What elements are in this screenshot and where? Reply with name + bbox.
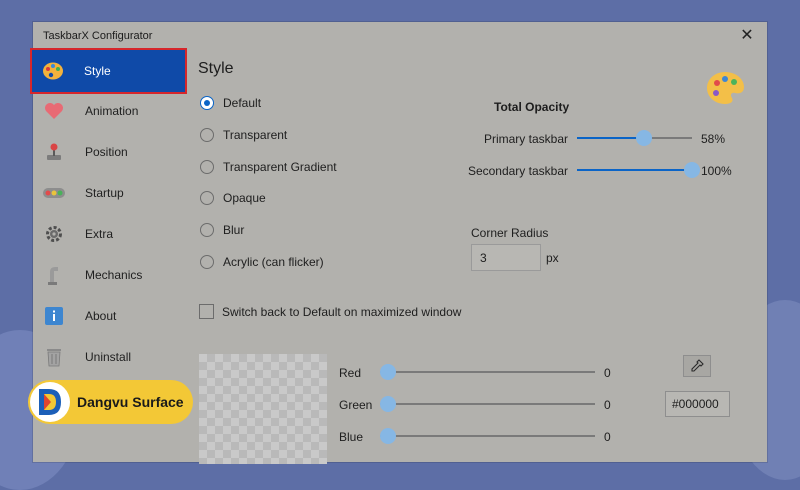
style-option-default[interactable]: Default bbox=[200, 96, 261, 110]
blue-label: Blue bbox=[339, 430, 364, 444]
green-slider[interactable] bbox=[380, 396, 595, 412]
radio-button[interactable] bbox=[200, 255, 214, 269]
startup-lights-icon bbox=[43, 182, 65, 204]
palette-icon bbox=[707, 72, 744, 104]
palette-icon bbox=[42, 60, 64, 82]
style-option-opaque[interactable]: Opaque bbox=[200, 191, 266, 205]
radio-button[interactable] bbox=[200, 128, 214, 142]
corner-radius-label: Corner Radius bbox=[471, 226, 549, 240]
radio-button[interactable] bbox=[200, 160, 214, 174]
gear-icon bbox=[43, 223, 65, 245]
heart-icon bbox=[43, 100, 65, 122]
sidebar-item-uninstall[interactable]: Uninstall bbox=[33, 338, 186, 376]
switch-back-default-option[interactable]: Switch back to Default on maximized wind… bbox=[199, 304, 461, 319]
hex-color-input[interactable] bbox=[665, 391, 730, 417]
eyedropper-button[interactable] bbox=[683, 355, 711, 377]
primary-taskbar-label: Primary taskbar bbox=[483, 132, 568, 146]
sidebar-item-label: Startup bbox=[85, 186, 124, 200]
sidebar-item-animation[interactable]: Animation bbox=[33, 92, 186, 130]
sidebar-item-label: About bbox=[85, 309, 117, 323]
style-option-blur[interactable]: Blur bbox=[200, 223, 244, 237]
slider-thumb[interactable] bbox=[684, 162, 700, 178]
slider-fill bbox=[577, 137, 644, 139]
radio-label: Default bbox=[223, 96, 262, 110]
sidebar-item-label: Extra bbox=[85, 227, 114, 241]
sidebar-item-label: Position bbox=[85, 145, 128, 159]
secondary-taskbar-value: 100% bbox=[701, 164, 732, 178]
primary-taskbar-slider[interactable] bbox=[577, 130, 692, 146]
slider-thumb[interactable] bbox=[380, 428, 396, 444]
radio-label: Transparent Gradient bbox=[223, 160, 337, 174]
color-preview bbox=[199, 354, 327, 464]
switch-back-checkbox[interactable] bbox=[199, 304, 214, 319]
slider-track bbox=[380, 435, 595, 437]
watermark-logo bbox=[30, 382, 70, 422]
sidebar-item-extra[interactable]: Extra bbox=[33, 215, 186, 253]
sidebar-item-style[interactable]: Style bbox=[30, 48, 187, 94]
info-icon bbox=[43, 305, 65, 327]
style-option-transparent[interactable]: Transparent bbox=[200, 128, 287, 142]
page-title: Style bbox=[198, 60, 234, 77]
blue-slider[interactable] bbox=[380, 428, 595, 444]
blue-value: 0 bbox=[604, 430, 611, 444]
radio-label: Acrylic (can flicker) bbox=[223, 255, 324, 269]
total-opacity-heading: Total Opacity bbox=[494, 100, 570, 114]
secondary-taskbar-slider[interactable] bbox=[577, 162, 700, 178]
radio-label: Opaque bbox=[223, 191, 266, 205]
red-label: Red bbox=[339, 366, 362, 380]
title-bar: TaskbarX Configurator ✕ bbox=[33, 22, 767, 50]
sidebar-item-startup[interactable]: Startup bbox=[33, 174, 186, 212]
watermark-badge: Dangvu Surface bbox=[28, 380, 193, 424]
corner-radius-input[interactable] bbox=[471, 244, 541, 271]
sidebar-item-label: Animation bbox=[85, 104, 139, 118]
slider-thumb[interactable] bbox=[380, 396, 396, 412]
sidebar-item-label: Uninstall bbox=[85, 350, 132, 364]
switch-back-label: Switch back to Default on maximized wind… bbox=[222, 304, 462, 319]
sidebar-item-position[interactable]: Position bbox=[33, 133, 186, 171]
secondary-taskbar-label: Secondary taskbar bbox=[467, 164, 568, 178]
slider-fill bbox=[577, 169, 692, 171]
radio-button[interactable] bbox=[200, 96, 214, 110]
sidebar-item-mechanics[interactable]: Mechanics bbox=[33, 256, 186, 294]
arm-icon bbox=[43, 264, 65, 286]
radio-button[interactable] bbox=[200, 223, 214, 237]
sidebar-item-label: Style bbox=[84, 64, 111, 78]
close-button[interactable]: ✕ bbox=[737, 26, 757, 46]
green-value: 0 bbox=[604, 398, 611, 412]
style-option-transparent-gradient[interactable]: Transparent Gradient bbox=[200, 160, 337, 174]
green-label: Green bbox=[339, 398, 373, 412]
slider-thumb[interactable] bbox=[635, 130, 652, 146]
eyedropper-icon bbox=[691, 359, 704, 372]
trash-icon bbox=[43, 346, 65, 368]
red-value: 0 bbox=[604, 366, 611, 380]
window-title: TaskbarX Configurator bbox=[43, 30, 153, 42]
sidebar-item-about[interactable]: About bbox=[33, 297, 186, 335]
style-option-acrylic[interactable]: Acrylic (can flicker) bbox=[200, 255, 324, 269]
red-slider[interactable] bbox=[380, 364, 595, 380]
radio-label: Transparent bbox=[223, 128, 288, 142]
sidebar-item-label: Mechanics bbox=[85, 268, 143, 282]
slider-thumb[interactable] bbox=[380, 364, 396, 380]
slider-track bbox=[380, 403, 595, 405]
radio-button[interactable] bbox=[200, 191, 214, 205]
corner-radius-unit: px bbox=[546, 251, 559, 265]
radio-label: Blur bbox=[223, 223, 245, 237]
watermark-text: Dangvu Surface bbox=[77, 394, 184, 410]
joystick-icon bbox=[43, 141, 65, 163]
slider-track bbox=[380, 371, 595, 373]
primary-taskbar-value: 58% bbox=[701, 132, 726, 146]
